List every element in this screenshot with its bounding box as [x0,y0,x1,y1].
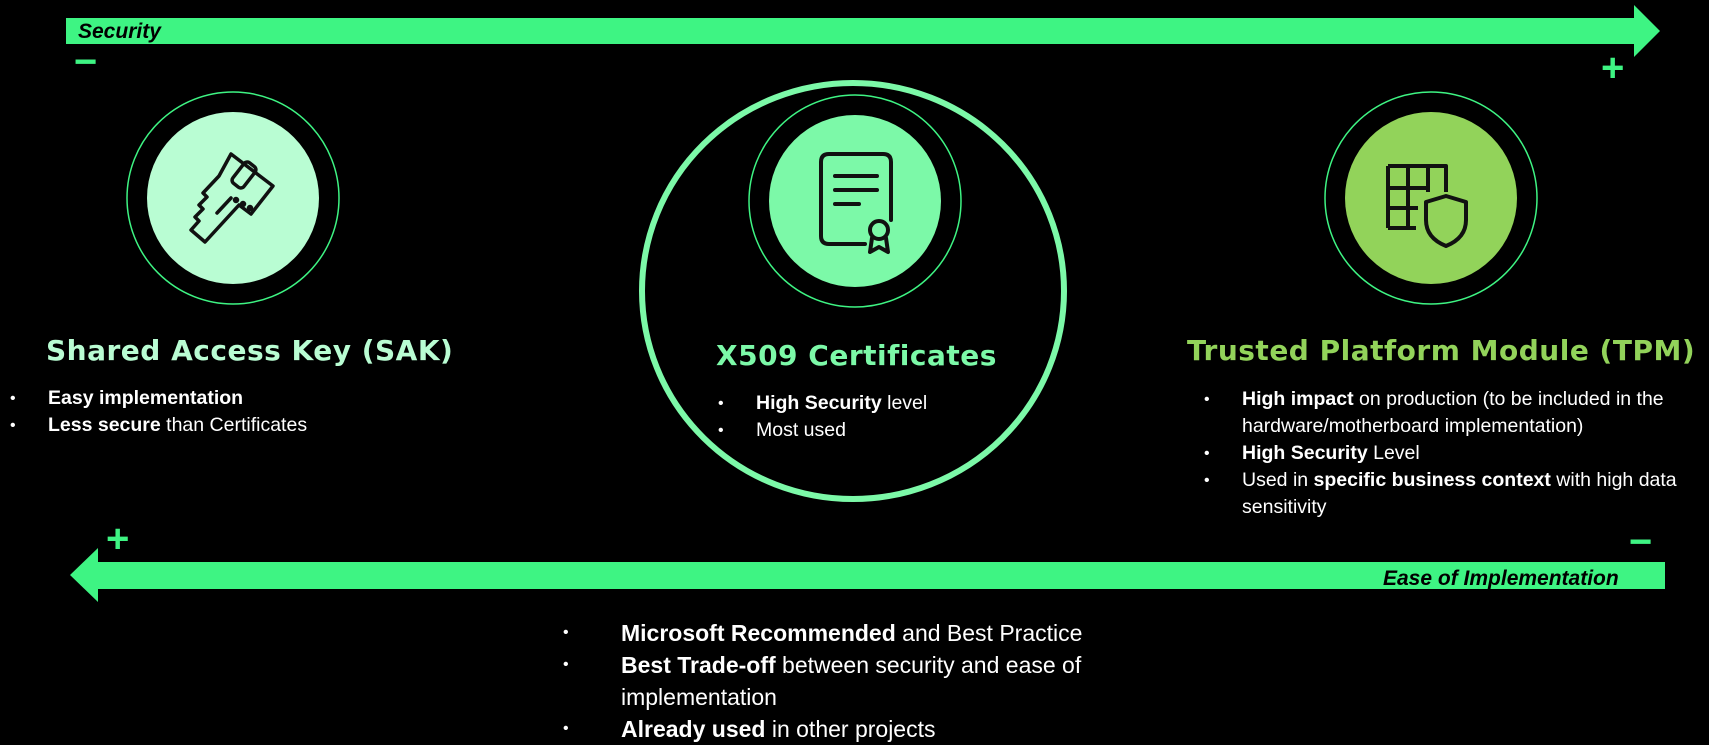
list-item: Best Trade-off between security and ease… [561,649,1181,713]
ease-arrow-label: Ease of Implementation [1383,567,1619,590]
tpm-bullet-list: High impact on production (to be include… [1204,386,1684,521]
ease-plus-sign: + [106,517,130,561]
sak-bullet-list: Easy implementation Less secure than Cer… [10,385,370,439]
list-item: Microsoft Recommended and Best Practice [561,617,1181,649]
recommendation-bullet-list: Microsoft Recommended and Best Practice … [561,617,1181,745]
shield-chip-icon [1386,164,1468,248]
ease-minus-sign: − [1629,520,1653,564]
certificate-icon [819,152,893,254]
list-item: Most used [718,417,978,444]
list-item: High Security level [718,390,978,417]
security-arrow [66,5,1660,57]
list-item: High Security Level [1204,440,1684,467]
list-item: High impact on production (to be include… [1204,386,1684,440]
list-item: Easy implementation [10,385,370,412]
security-minus-sign: − [74,40,98,84]
list-item: Used in specific business context with h… [1204,467,1684,521]
list-item: Less secure than Certificates [10,412,370,439]
sak-title: Shared Access Key (SAK) [46,334,454,367]
security-plus-sign: + [1601,46,1625,90]
tpm-title: Trusted Platform Module (TPM) [1187,334,1696,367]
key-icon [189,152,275,244]
list-item: Already used in other projects [561,713,1181,745]
x509-title: X509 Certificates [716,339,997,372]
x509-bullet-list: High Security level Most used [718,390,978,444]
